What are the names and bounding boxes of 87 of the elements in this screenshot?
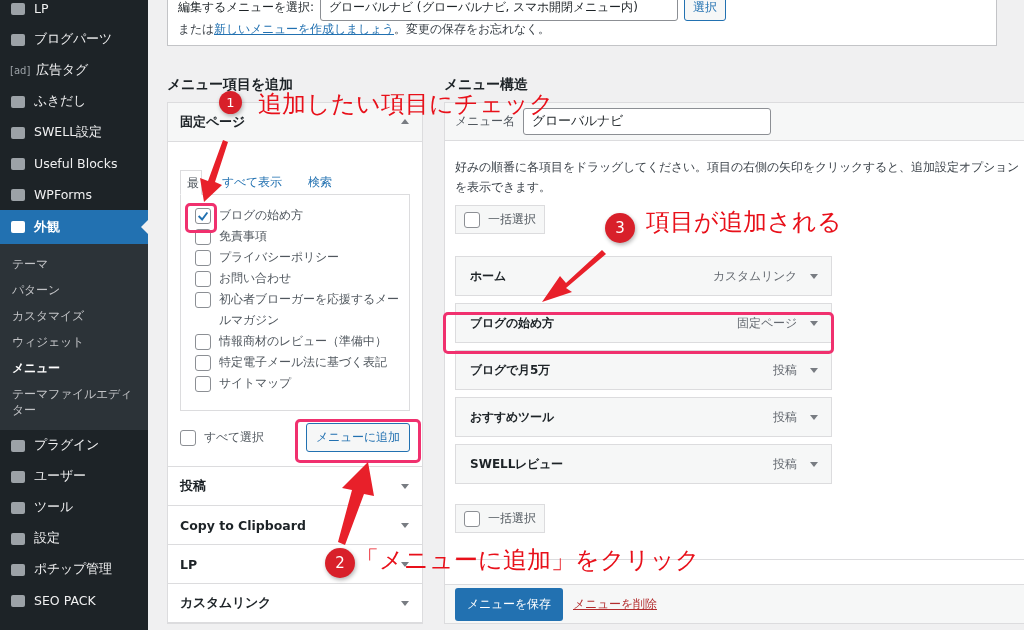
note-text: または新しいメニューを作成しましょう。変更の保存をお忘れなく。 <box>178 22 551 37</box>
checkbox-label: 情報商材のレビュー（準備中） <box>219 333 387 350</box>
number-badge: 1 <box>219 91 242 114</box>
select-button[interactable]: 選択 <box>684 0 727 21</box>
submenu-item[interactable]: カスタマイズ <box>0 303 148 329</box>
checkbox[interactable] <box>195 376 211 392</box>
ad-icon: [ad] <box>10 65 28 76</box>
checkbox[interactable] <box>195 250 211 266</box>
submenu-item[interactable]: ウィジェット <box>0 329 148 355</box>
save-menu-button[interactable]: メニューを保存 <box>455 587 563 621</box>
checkbox-label: すべて選択 <box>204 429 264 446</box>
menu-icon <box>10 592 26 609</box>
menu-icon <box>10 186 26 203</box>
caret-icon <box>809 459 819 469</box>
checkbox-label: 免責事項 <box>219 228 267 245</box>
sidebar-item[interactable]: ふきだし <box>0 86 148 117</box>
tab[interactable]: 最 <box>180 170 202 195</box>
checkbox[interactable] <box>195 208 211 224</box>
checkbox-label: 特定電子メール法に基づく表記 <box>219 354 387 371</box>
accordion-title[interactable]: LP <box>180 556 198 572</box>
bulk-select-control[interactable]: 一括選択 <box>455 205 545 234</box>
menu-dropdown[interactable]: グローバルナビ (グローバルナビ, スマホ開閉メニュー内) <box>320 0 679 21</box>
checkbox[interactable] <box>195 334 211 350</box>
menu-item[interactable]: おすすめツール 投稿 <box>455 397 832 437</box>
add-to-menu-button[interactable]: メニューに追加 <box>306 423 410 452</box>
menu-icon <box>10 437 26 454</box>
sidebar-item[interactable]: [ad] 広告タグ <box>0 55 148 86</box>
section-heading: メニュー構造 <box>444 76 529 94</box>
checkbox[interactable] <box>195 292 211 308</box>
caret-icon <box>809 271 819 281</box>
sidebar-item[interactable]: Useful Blocks <box>0 148 148 179</box>
menu-icon <box>10 499 26 516</box>
checkbox-label: 初心者ブローガーを応援するメールマガジン <box>219 291 399 329</box>
menu-icon <box>10 0 26 17</box>
highlight-frame <box>185 203 217 233</box>
sidebar-item[interactable]: 設定 <box>0 523 148 554</box>
sidebar-item[interactable]: LP <box>0 0 148 24</box>
menu-item[interactable]: ブログの始め方 固定ページ <box>455 303 832 343</box>
menu-icon <box>10 155 26 172</box>
accordion-title[interactable]: カスタムリンク <box>180 594 271 612</box>
menu-item[interactable]: SWELLレビュー 投稿 <box>455 444 832 484</box>
select-label: 編集するメニューを選択: <box>178 0 315 16</box>
menu-icon <box>10 31 26 48</box>
bulk-select-control[interactable]: 一括選択 <box>455 504 545 533</box>
menu-icon <box>10 124 26 141</box>
checkbox-label: プライバシーポリシー <box>219 249 339 266</box>
caret-icon <box>809 365 819 375</box>
tab[interactable]: 検索 <box>302 170 338 194</box>
checkbox-label: お問い合わせ <box>219 270 291 287</box>
submenu-item[interactable]: メニュー <box>0 355 148 381</box>
checkbox[interactable] <box>195 355 211 371</box>
menu-icon <box>10 561 26 578</box>
sidebar-item[interactable]: ポチップ管理 <box>0 554 148 585</box>
sidebar-item[interactable]: プラグイン <box>0 430 148 461</box>
accordion-title[interactable]: 固定ページ <box>180 113 245 131</box>
menu-icon <box>10 468 26 485</box>
checkbox-label: ブログの始め方 <box>219 207 303 224</box>
menu-icon <box>10 530 26 547</box>
submenu-item[interactable]: パターン <box>0 277 148 303</box>
accordion-title[interactable]: Copy to Clipboard <box>180 517 306 533</box>
menu-icon <box>10 93 26 110</box>
menu-item[interactable]: ブログで月5万 投稿 <box>455 350 832 390</box>
sidebar-item[interactable]: ブログパーツ <box>0 24 148 55</box>
checkbox[interactable] <box>180 429 196 446</box>
create-menu-link[interactable]: 新しいメニューを作成しましょう <box>214 22 394 36</box>
section-heading: メニュー項目を追加 <box>167 76 294 92</box>
menu-item[interactable]: ホーム カスタムリンク <box>455 256 832 296</box>
caret-icon <box>809 318 819 328</box>
sidebar-item[interactable]: ユーザー <box>0 461 148 492</box>
annotation-text: 「メニューに追加」をクリック <box>355 546 700 574</box>
tab[interactable]: すべて表示 <box>216 170 288 194</box>
caret-icon <box>809 412 819 422</box>
sidebar-item[interactable]: WPForms <box>0 179 148 210</box>
sidebar-item[interactable]: SEO PACK <box>0 585 148 616</box>
submenu-item[interactable]: テーマファイルエディター <box>0 381 148 423</box>
menu-icon <box>10 219 26 235</box>
checkbox-label: サイトマップ <box>219 375 291 392</box>
annotation-text: 項目が追加される <box>646 208 842 236</box>
delete-menu-link[interactable]: メニューを削除 <box>573 595 657 613</box>
arrow <box>542 250 606 302</box>
accordion-title[interactable]: 投稿 <box>180 477 206 495</box>
sidebar-item[interactable]: 外観 <box>0 210 148 244</box>
sidebar-item[interactable]: ツール <box>0 492 148 523</box>
sidebar-item[interactable]: SWELL設定 <box>0 117 148 148</box>
submenu-item[interactable]: テーマ <box>0 251 148 277</box>
checkbox[interactable] <box>195 271 211 287</box>
instruction-text: 好みの順番に各項目をドラッグしてください。項目の右側の矢印をクリックすると、追加設定オプションを表示できます。 <box>455 159 1020 196</box>
